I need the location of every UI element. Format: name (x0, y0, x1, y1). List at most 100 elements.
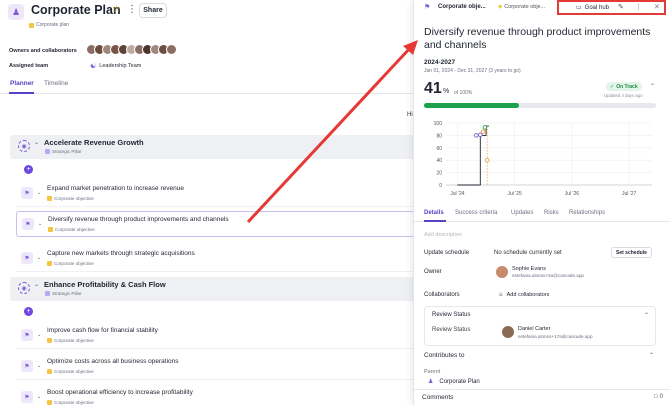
owners-avatars[interactable] (86, 44, 177, 55)
tag-color-icon (47, 369, 52, 374)
add-objective-button[interactable]: + (24, 307, 33, 316)
owners-label: Owners and collaborators (9, 48, 77, 54)
objective-row-selected[interactable]: ⚑ ⌄ Diversify revenue through product im… (16, 211, 420, 237)
chevron-down-icon[interactable]: ⌄ (37, 394, 41, 400)
y-tick-label: 40 (436, 158, 442, 164)
chevron-down-icon[interactable]: ⌄ (37, 363, 41, 369)
view-tabs: Planner Timeline (0, 78, 420, 94)
tab-planner[interactable]: Planner (10, 80, 34, 87)
chevron-up-icon[interactable]: ⌃ (34, 284, 39, 291)
avatar[interactable] (496, 266, 508, 278)
objective-title[interactable]: Diversify revenue through product improv… (424, 26, 659, 52)
tab-relationships[interactable]: Relationships (569, 210, 605, 216)
objective-row[interactable]: ⚑ ⌄ Boost operational efficiency to incr… (16, 385, 420, 405)
tab-updates[interactable]: Updates (511, 210, 533, 216)
objective-tag: Corporate objective (47, 369, 94, 374)
collaborators-label: Collaborators (424, 292, 460, 298)
objective-icon: ⚑ (21, 252, 33, 264)
status-badge[interactable]: ✓ On Track (606, 82, 642, 91)
add-objective-button[interactable]: + (24, 165, 33, 174)
objective-detail-panel: ⚑ Corporate obje... ◆ Corporate obje... … (413, 0, 670, 405)
objective-tag-label: Corporate objective (54, 400, 94, 405)
active-tab-indicator (424, 220, 446, 222)
chevron-down-icon[interactable]: ⌄ (38, 221, 42, 227)
tag-color-icon (45, 149, 50, 154)
pillar-tag: Strategic Pillar (45, 149, 82, 154)
chevron-down-icon[interactable]: ⌄ (37, 332, 41, 338)
objective-row[interactable]: ⚑ ⌄ Optimize costs across all business o… (16, 354, 420, 380)
tab-risks[interactable]: Risks (544, 210, 559, 216)
owner-name: Sophie Evans (512, 266, 546, 272)
tag-color-icon (29, 22, 34, 28)
progress-chart: 0 20 40 60 80 100 Jul '24 Jul '25 Jul '26 Jul '27 (434, 121, 652, 197)
team-icon: ☯ (90, 63, 97, 70)
chevron-up-icon[interactable]: ⌃ (644, 312, 649, 319)
tag-color-icon (45, 291, 50, 296)
more-options-icon[interactable]: ⋮ (127, 4, 137, 15)
objective-tag: Corporate objective (47, 338, 94, 343)
y-tick-label: 80 (436, 133, 442, 139)
share-button[interactable]: Share (139, 3, 167, 18)
chevron-up-icon[interactable]: ⌃ (649, 352, 654, 359)
objective-row[interactable]: ⚑ ⌄ Capture new markets through strategi… (16, 246, 420, 272)
tag-color-icon (47, 338, 52, 343)
objective-title: Capture new markets through strategic ac… (47, 250, 195, 257)
breadcrumb-current[interactable]: Corporate obje... (438, 4, 486, 10)
plan-icon: ♟ (428, 379, 434, 385)
objective-icon: ⚑ (21, 391, 33, 403)
comments-count: □ 0 (654, 394, 663, 400)
objective-tag-label: Corporate objective (54, 261, 94, 266)
team-chip[interactable]: ☯ Leadership Team (90, 62, 141, 70)
plan-icon: ♟ (8, 4, 24, 20)
objective-icon: ⚑ (22, 218, 34, 230)
tag-color-icon (48, 227, 53, 232)
parent-link[interactable]: ♟ Corporate Plan (428, 378, 480, 386)
objective-title: Optimize costs across all business opera… (47, 358, 179, 365)
chevron-up-icon[interactable]: ⌃ (34, 142, 39, 149)
objective-title: Expand market penetration to increase re… (47, 185, 184, 192)
progress-target: of 100% (454, 90, 473, 96)
objective-row[interactable]: ⚑ ⌄ Expand market penetration to increas… (16, 181, 420, 207)
progress-percent: 41 (424, 80, 442, 97)
comment-icon: □ (654, 394, 658, 400)
owner-label: Owner (424, 269, 442, 275)
avatar[interactable] (166, 44, 177, 55)
objective-row[interactable]: ⚑ ⌄ Improve cash flow for financial stab… (16, 323, 420, 349)
diamond-icon: ◆ (498, 4, 503, 10)
reviewer-name: Daniel Carter (518, 326, 551, 332)
objective-icon: ⚑ (21, 187, 33, 199)
chevron-down-icon[interactable]: ⌄ (37, 255, 41, 261)
assigned-team-label: Assigned team (9, 63, 49, 69)
objective-tag-label: Corporate objective (54, 338, 94, 343)
pillar-row[interactable]: ◉ ⌃ Enhance Profitability & Cash Flow St… (10, 277, 420, 301)
data-point (484, 157, 490, 163)
set-schedule-button[interactable]: Set schedule (611, 247, 652, 258)
pillar-title: Enhance Profitability & Cash Flow (44, 280, 166, 289)
pillar-tag: Strategic Pillar (45, 291, 82, 296)
data-point (478, 132, 483, 138)
chevron-down-icon[interactable]: ⌄ (37, 190, 41, 196)
x-tick-label: Jul '25 (508, 191, 523, 197)
update-schedule-value: No schedule currently set (494, 250, 562, 256)
tab-details[interactable]: Details (424, 210, 444, 216)
updated-timestamp: Updated 4 days ago (604, 93, 643, 98)
avatar[interactable] (502, 326, 514, 338)
tab-timeline[interactable]: Timeline (44, 80, 68, 87)
star-icon[interactable]: ☆ (112, 4, 121, 15)
objective-icon: ⚑ (424, 4, 431, 11)
planner-panel: ♟ Corporate Plan ☆ ⋮ Share Corporate pla… (0, 0, 420, 405)
x-tick-label: Jul '26 (565, 191, 580, 197)
pillar-row[interactable]: ◉ ⌃ Accelerate Revenue Growth Strategic … (10, 135, 420, 159)
objective-title: Improve cash flow for financial stabilit… (47, 327, 158, 334)
comments-count-value: 0 (659, 394, 663, 400)
pillar-tag-label: Strategic Pillar (52, 149, 82, 154)
parent-label: Parent (424, 369, 441, 375)
y-tick-label: 100 (434, 121, 443, 127)
add-collaborators-button[interactable]: ☺ Add collaborators (498, 292, 549, 298)
objective-tag: Corporate objective (48, 227, 95, 232)
tab-success-criteria[interactable]: Success criteria (455, 210, 497, 216)
breadcrumb-parent[interactable]: ◆ Corporate obje... (498, 4, 545, 10)
comments-bar[interactable]: Comments □ 0 (414, 389, 670, 405)
description-input[interactable]: Add description (424, 232, 462, 238)
chevron-up-icon[interactable]: ⌃ (650, 83, 655, 90)
